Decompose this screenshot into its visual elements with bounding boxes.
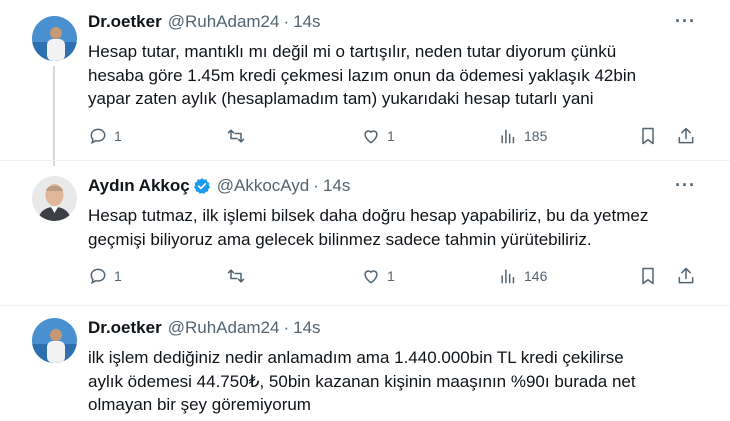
tweet-2-actions: 1 1 146 xyxy=(88,266,708,290)
like-button[interactable]: 1 xyxy=(361,266,395,286)
text-line: hesaba göre 1.45m kredi çekmesi lazım on… xyxy=(88,65,637,85)
timestamp[interactable]: 14s xyxy=(293,12,320,32)
more-options-icon[interactable]: ··· xyxy=(675,11,696,32)
text-line: aylık ödemesi 44.750₺, 50bin kazanan kiş… xyxy=(88,371,636,391)
bookmark-icon xyxy=(642,127,654,145)
reply-count: 1 xyxy=(114,128,122,144)
tweet-1-actions: 1 1 185 xyxy=(88,126,708,150)
text-line: olmayan bir şey göremiyorum xyxy=(88,395,311,414)
text-line: yapar zaten aylık (hesaplamadım tam) yuk… xyxy=(88,89,594,108)
avatar-dr-oetker[interactable] xyxy=(32,16,77,61)
share-icon xyxy=(678,267,694,284)
timestamp[interactable]: 14s xyxy=(323,176,350,196)
retweet-icon xyxy=(227,269,245,283)
reply-count: 1 xyxy=(114,268,122,284)
timestamp[interactable]: 14s xyxy=(293,318,320,338)
text-line: Hesap tutmaz, ilk işlemi bilsek daha doğ… xyxy=(88,206,649,225)
share-button[interactable] xyxy=(676,126,696,146)
tweet-3-header: Dr.oetker @RuhAdam24 · 14s xyxy=(88,318,321,338)
separator-dot: · xyxy=(283,318,290,337)
bookmark-button[interactable] xyxy=(638,266,658,286)
tweet-1-header: Dr.oetker @RuhAdam24 · 14s xyxy=(88,12,321,32)
like-count: 1 xyxy=(387,128,395,144)
separator-dot: · xyxy=(313,176,319,195)
views-button[interactable]: 146 xyxy=(498,266,547,286)
analytics-icon xyxy=(501,269,515,284)
reply-icon xyxy=(90,128,106,145)
author-handle[interactable]: @RuhAdam24 xyxy=(168,318,280,338)
views-count: 146 xyxy=(524,268,548,284)
retweet-button[interactable] xyxy=(226,266,252,286)
views-count: 185 xyxy=(524,128,548,144)
heart-icon xyxy=(364,270,378,284)
avatar-aydin-akkoc[interactable] xyxy=(32,176,77,221)
reply-button[interactable]: 1 xyxy=(88,266,122,286)
tweet-2-header: Aydın Akkoç @AkkocAyd · 14s xyxy=(88,176,350,196)
views-button[interactable]: 185 xyxy=(498,126,547,146)
analytics-icon xyxy=(501,129,515,144)
retweet-icon xyxy=(227,129,245,143)
retweet-button[interactable] xyxy=(226,126,252,146)
reply-button[interactable]: 1 xyxy=(88,126,122,146)
bookmark-button[interactable] xyxy=(638,126,658,146)
share-icon xyxy=(678,127,694,144)
author-handle[interactable]: @RuhAdam24 xyxy=(168,12,280,32)
share-button[interactable] xyxy=(676,266,696,286)
author-name[interactable]: Aydın Akkoç xyxy=(88,176,190,196)
tweet-2-text: Hesap tutmaz, ilk işlemi bilsek daha doğ… xyxy=(88,204,698,251)
verified-badge-icon xyxy=(193,177,211,195)
text-line: geçmişi biliyoruz ama gelecek bilinmez s… xyxy=(88,229,592,249)
tweet-1-text: Hesap tutar, mantıklı mı değil mi o tart… xyxy=(88,40,698,111)
like-count: 1 xyxy=(387,268,395,284)
text-line: Hesap tutar, mantıklı mı değil mi o tart… xyxy=(88,42,617,61)
tweet-3-text: ilk işlem dediğiniz nedir anlamadım ama … xyxy=(88,346,698,417)
author-name[interactable]: Dr.oetker xyxy=(88,12,162,32)
separator-dot: · xyxy=(283,12,290,31)
author-name[interactable]: Dr.oetker xyxy=(88,318,162,338)
more-options-icon[interactable]: ··· xyxy=(675,175,696,196)
author-handle[interactable]: @AkkocAyd xyxy=(217,176,310,196)
bookmark-icon xyxy=(642,267,654,285)
avatar-dr-oetker[interactable] xyxy=(32,318,77,363)
reply-icon xyxy=(90,268,106,285)
text-line: ilk işlem dediğiniz nedir anlamadım ama … xyxy=(88,348,624,367)
heart-icon xyxy=(364,130,378,144)
like-button[interactable]: 1 xyxy=(361,126,395,146)
